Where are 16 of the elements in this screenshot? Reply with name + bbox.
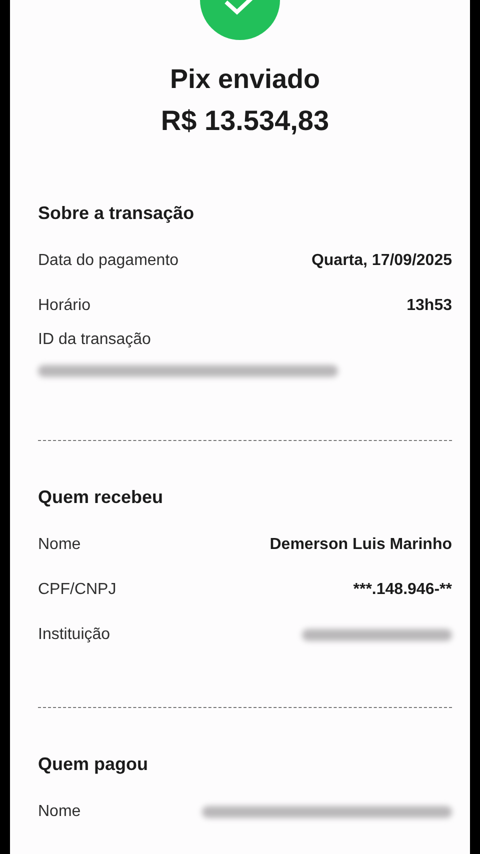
row-label: ID da transação xyxy=(38,331,151,349)
row-value: ***.148.946-** xyxy=(353,580,452,598)
section-title: Quem pagou xyxy=(38,754,150,775)
row-value: Quarta, 17/09/2025 xyxy=(311,252,452,270)
row-label: Instituição xyxy=(38,626,110,644)
row-label: Data do pagamento xyxy=(38,252,179,270)
row-value: Demerson Luis Marinho xyxy=(270,536,452,554)
status-title: Pix enviado xyxy=(170,64,320,95)
row-label: Nome xyxy=(38,536,81,554)
row-value: 13h53 xyxy=(406,296,452,314)
row-label: Nome xyxy=(38,802,81,820)
section-title: Sobre a transação xyxy=(38,203,196,224)
section-title: Quem recebeu xyxy=(38,487,164,508)
row-label: CPF/CNPJ xyxy=(38,580,116,598)
amount-text: R$ 13.534,83 xyxy=(160,105,330,137)
row-label: Horário xyxy=(38,296,90,314)
